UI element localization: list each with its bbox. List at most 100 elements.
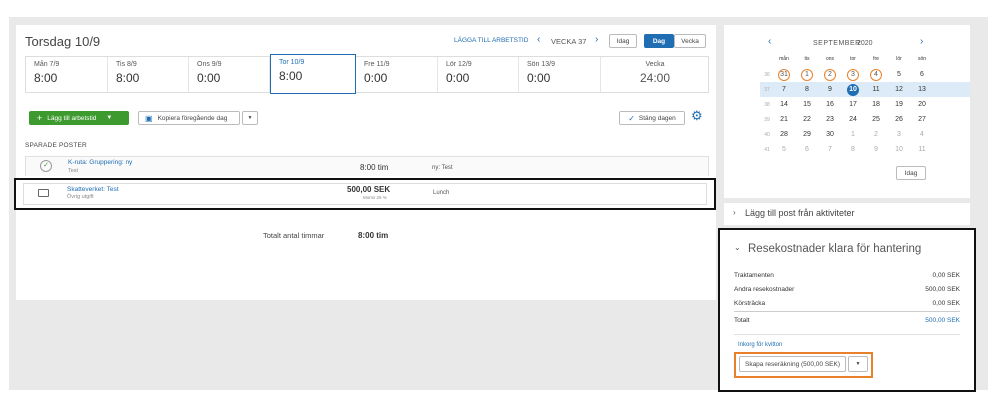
saved-post-row-selected[interactable]: Skatteverket: Test Övrig utgift 500,00 S… — [14, 178, 716, 210]
calendar-day[interactable]: 15 — [798, 99, 816, 111]
add-from-activities[interactable]: › Lägg till post från aktiviteter — [724, 203, 970, 225]
calendar-day[interactable]: 11 — [867, 84, 885, 96]
calendar-day[interactable]: 4 — [913, 129, 931, 141]
today-button[interactable]: Idag — [609, 34, 637, 48]
day-hours: 0:00 — [446, 71, 470, 85]
calendar-day[interactable]: 13 — [913, 84, 931, 96]
week-total-cell: Vecka 24:00 — [601, 57, 709, 92]
week-number: 40 — [764, 132, 770, 138]
day-cell-sun[interactable]: Sön 13/9 0:00 — [519, 57, 601, 92]
expense-label: Körsträcka — [734, 300, 766, 307]
calendar-day[interactable]: 1 — [801, 69, 813, 81]
day-cell-fri[interactable]: Fre 11/9 0:00 — [356, 57, 438, 92]
calendar-day[interactable]: 22 — [798, 114, 816, 126]
day-hours: 0:00 — [364, 71, 388, 85]
calendar-day[interactable]: 1 — [844, 129, 862, 141]
calendar-day[interactable]: 29 — [798, 129, 816, 141]
calendar-icon: ▣ — [145, 113, 153, 123]
calendar-day[interactable]: 19 — [890, 99, 908, 111]
week-number: 36 — [764, 72, 770, 78]
calendar-day[interactable]: 17 — [844, 99, 862, 111]
calendar-day[interactable]: 5 — [775, 144, 793, 156]
calendar-day[interactable]: 18 — [867, 99, 885, 111]
post-title[interactable]: Skatteverket: Test — [67, 186, 119, 193]
day-cell-sat[interactable]: Lör 12/9 0:00 — [438, 57, 519, 92]
copy-previous-day-button[interactable]: ▣ Kopiera föregående dag — [138, 111, 240, 125]
activities-label: Lägg till post från aktiviteter — [745, 208, 855, 218]
calendar-day[interactable]: 26 — [890, 114, 908, 126]
calendar-day[interactable]: 30 — [821, 129, 839, 141]
day-cell-wed[interactable]: Ons 9/9 0:00 — [189, 57, 270, 92]
day-label: Tor 10/9 — [279, 59, 305, 66]
calendar-day[interactable]: 31 — [778, 69, 790, 81]
create-expense-report-button[interactable]: Skapa reseräkning (500,00 SEK) — [739, 356, 846, 372]
calendar-year: 2020 — [857, 40, 873, 47]
create-report-dropdown[interactable]: ▼ — [848, 356, 868, 372]
calendar-today-button[interactable]: Idag — [896, 166, 926, 180]
calendar-day[interactable]: 2 — [824, 69, 836, 81]
calendar-day[interactable]: 9 — [867, 144, 885, 156]
week-total-label: Vecka — [645, 61, 665, 68]
close-day-button[interactable]: ✓ Stäng dagen — [619, 111, 685, 125]
chevron-down-icon[interactable]: ⌄ — [734, 243, 741, 252]
receipt-inbox-link[interactable]: Inkorg för kvitton — [738, 342, 782, 348]
add-worktime-link[interactable]: LÄGGA TILL ARBETSTID — [454, 37, 528, 44]
next-week-icon[interactable]: › — [595, 34, 598, 45]
saved-post-row[interactable]: ✓ K-ruta: Gruppering: ny Test 8:00 tim n… — [25, 156, 709, 176]
calendar-day[interactable]: 9 — [821, 84, 839, 96]
briefcase-icon — [38, 189, 49, 197]
expense-total-value[interactable]: 500,00 SEK — [925, 317, 960, 324]
calendar-day[interactable]: 20 — [913, 99, 931, 111]
time-check-icon: ✓ — [40, 160, 52, 172]
expense-row: Traktamenten 0,00 SEK — [734, 272, 960, 279]
calendar-day[interactable]: 21 — [775, 114, 793, 126]
calendar-day[interactable]: 12 — [890, 84, 908, 96]
day-label: Lör 12/9 — [446, 61, 472, 68]
post-note: ny: Test — [432, 165, 453, 171]
copy-dropdown-button[interactable]: ▼ — [242, 111, 258, 125]
calendar-day[interactable]: 27 — [913, 114, 931, 126]
close-day-label: Stäng dagen — [638, 114, 676, 122]
weekday-label: ons — [825, 56, 835, 62]
calendar-day[interactable]: 24 — [844, 114, 862, 126]
expense-total-row: Totalt 500,00 SEK — [734, 317, 960, 324]
calendar-day[interactable]: 6 — [798, 144, 816, 156]
calendar-day[interactable]: 11 — [913, 144, 931, 156]
day-cell-mon[interactable]: Mån 7/9 8:00 — [26, 57, 108, 92]
calendar-day[interactable]: 8 — [844, 144, 862, 156]
gear-icon[interactable]: ⚙ — [691, 108, 703, 124]
view-week-button[interactable]: Vecka — [674, 34, 706, 48]
calendar-day[interactable]: 28 — [775, 129, 793, 141]
post-amount: 8:00 tim — [360, 163, 389, 172]
calendar-day[interactable]: 25 — [867, 114, 885, 126]
calendar-day[interactable]: 5 — [890, 69, 908, 81]
day-label: Sön 13/9 — [527, 61, 556, 68]
view-day-button[interactable]: Dag — [644, 34, 674, 48]
post-subtitle: Test — [68, 168, 79, 174]
prev-month-icon[interactable]: ‹ — [768, 36, 771, 47]
calendar-day[interactable]: 3 — [847, 69, 859, 81]
prev-week-icon[interactable]: ‹ — [537, 34, 540, 45]
calendar-day[interactable]: 23 — [821, 114, 839, 126]
calendar-day[interactable]: 4 — [870, 69, 882, 81]
calendar-day[interactable]: 16 — [821, 99, 839, 111]
post-title[interactable]: K-ruta: Gruppering: ny — [68, 159, 132, 166]
day-hours: 0:00 — [527, 71, 551, 85]
next-month-icon[interactable]: › — [920, 36, 923, 47]
day-hours: 8:00 — [34, 71, 58, 85]
day-cell-tue[interactable]: Tis 8/9 8:00 — [108, 57, 189, 92]
calendar-day[interactable]: 14 — [775, 99, 793, 111]
calendar-day[interactable]: 2 — [867, 129, 885, 141]
day-cell-thu-selected[interactable]: Tor 10/9 8:00 — [270, 54, 356, 94]
calendar-day[interactable]: 7 — [775, 84, 793, 96]
calendar-day[interactable]: 8 — [798, 84, 816, 96]
calendar-day[interactable]: 6 — [913, 69, 931, 81]
post-amount: 500,00 SEK — [347, 185, 391, 194]
calendar-day[interactable]: 10 — [847, 84, 859, 96]
calendar-day[interactable]: 7 — [821, 144, 839, 156]
add-worktime-button[interactable]: + Lägg till arbetstid ▼ — [29, 111, 129, 125]
expenses-title[interactable]: Resekostnader klara för hantering — [748, 243, 921, 255]
calendar-day[interactable]: 3 — [890, 129, 908, 141]
calendar-day[interactable]: 10 — [890, 144, 908, 156]
day-label: Mån 7/9 — [34, 61, 60, 68]
